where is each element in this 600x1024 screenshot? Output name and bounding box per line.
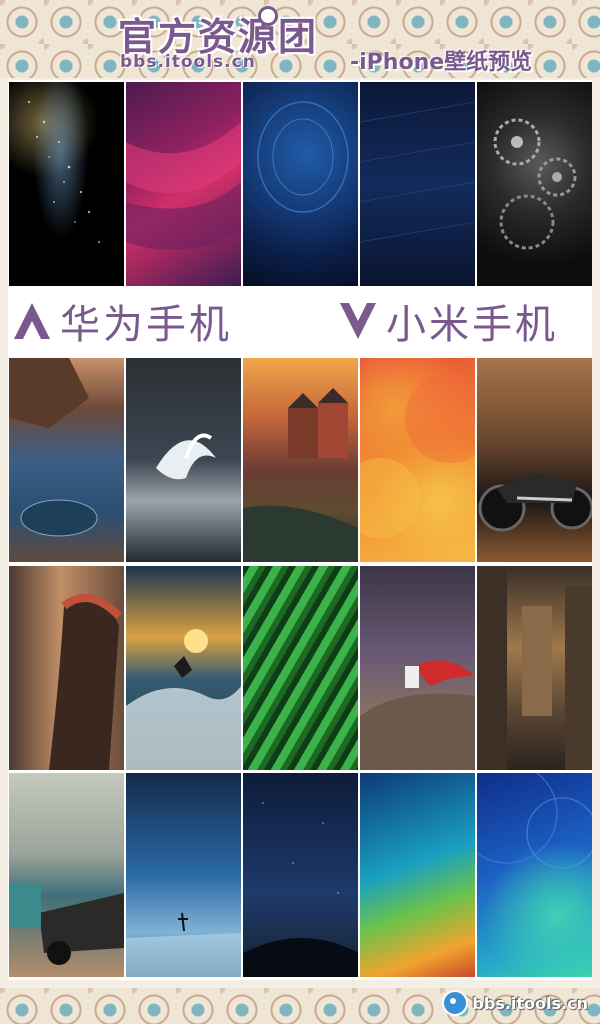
xiaomi-section-label: 小米手机 [386,302,558,348]
huawei-section-label: 华为手机 [60,302,232,348]
wallpaper-tile[interactable] [360,566,475,770]
wallpaper-tile[interactable] [477,773,592,977]
header: 官方资源团 bbs.itools.cn -iPhone壁纸预览 [0,0,600,78]
wallpaper-art [243,802,358,977]
wallpaper-tile[interactable] [477,82,592,286]
caret-down-icon [340,303,376,339]
wallpaper-art [360,101,475,243]
wallpaper-tile[interactable] [360,773,475,977]
wallpaper-art [493,118,577,250]
footer-logo-text: bbs.itools.cn [472,993,588,1013]
wallpaper-art [477,566,592,770]
wallpaper-art [360,373,475,538]
wallpaper-art [9,883,124,965]
wallpaper-tile[interactable] [126,82,241,286]
wallpaper-tile[interactable] [360,358,475,562]
wallpaper-art [478,473,592,532]
wallpaper-tile[interactable] [126,773,241,977]
wallpaper-tile[interactable] [9,82,124,286]
wallpaper-art [477,773,592,869]
huawei-section-heading: 华为手机 [10,290,232,352]
footer-logo[interactable]: bbs.itools.cn [442,990,588,1016]
wallpaper-art [126,122,241,250]
wallpaper-tile[interactable] [477,358,592,562]
caret-up-icon [14,303,50,339]
brand-url: bbs.itools.cn [120,52,256,72]
page-subtitle: -iPhone壁纸预览 [350,50,533,75]
wallpaper-tile[interactable] [126,358,241,562]
wallpaper-art [126,629,241,770]
wallpaper-art [49,594,122,770]
wallpaper-tile[interactable] [9,566,124,770]
wallpaper-tile[interactable] [126,566,241,770]
wallpaper-tile[interactable] [360,82,475,286]
wallpaper-tile[interactable] [9,358,124,562]
wallpaper-art [360,660,475,770]
wallpaper-art [126,912,241,977]
wallpaper-tile[interactable] [243,82,358,286]
wallpaper-art [243,388,358,562]
wallpaper-art [9,358,98,537]
globe-icon [258,6,278,26]
wallpaper-art [156,433,216,480]
itools-logo-icon [442,990,469,1016]
xiaomi-section-heading: 小米手机 [336,290,558,352]
wallpaper-art [28,101,100,243]
wallpaper-tile[interactable] [243,773,358,977]
wallpaper-tile[interactable] [243,566,358,770]
wallpaper-tile[interactable] [243,358,358,562]
wallpaper-art [257,101,349,213]
wallpaper-tile[interactable] [9,773,124,977]
wallpaper-tile[interactable] [477,566,592,770]
